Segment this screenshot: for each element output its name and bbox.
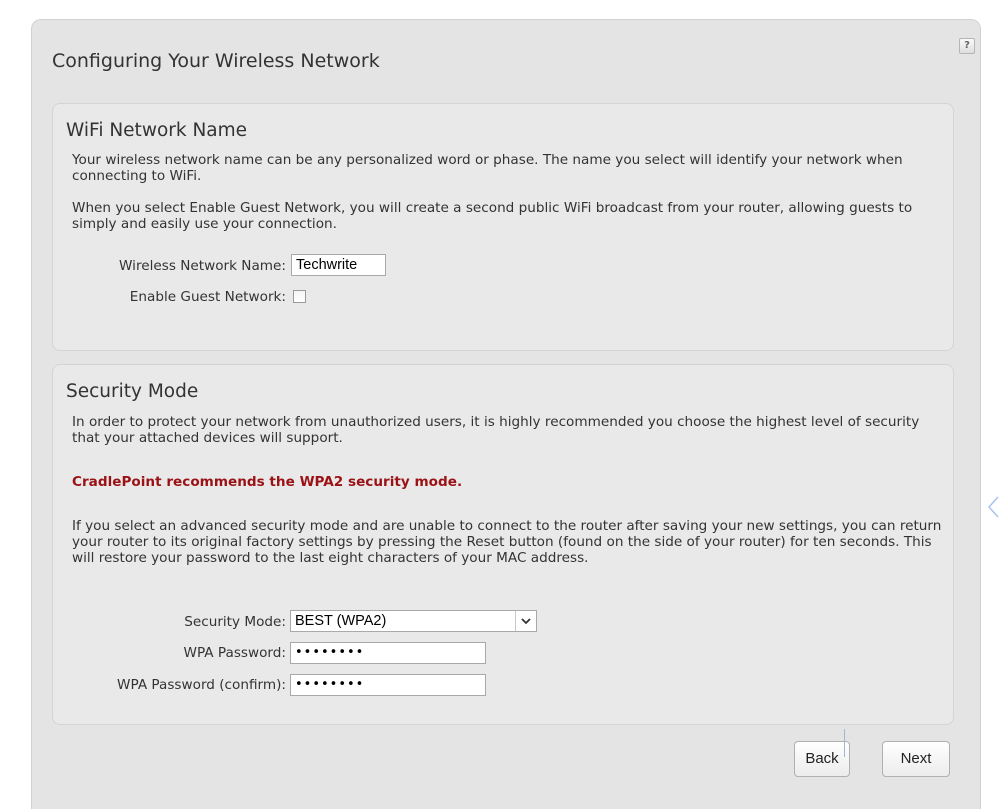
chevron-left-icon[interactable] [987,495,999,523]
next-button[interactable]: Next [882,741,950,777]
wpa-password-confirm-label: WPA Password (confirm): [117,677,286,693]
back-button[interactable]: Back [794,741,850,777]
network-name-input[interactable] [291,254,386,276]
page-title: Configuring Your Wireless Network [52,50,380,72]
wifi-section-title: WiFi Network Name [66,120,248,141]
wifi-network-section: WiFi Network Name Your wireless network … [52,103,954,351]
help-icon[interactable]: ? [959,38,975,54]
security-section-title: Security Mode [66,381,199,402]
wpa-password-label: WPA Password: [183,645,286,661]
security-mode-value: BEST (WPA2) [295,613,387,629]
guest-network-checkbox[interactable] [293,290,306,303]
chevron-down-icon[interactable] [515,611,536,631]
wireless-setup-panel: ? Configuring Your Wireless Network WiFi… [31,19,981,809]
guest-network-description: When you select Enable Guest Network, yo… [72,200,913,232]
security-mode-section: Security Mode In order to protect your n… [52,364,954,725]
wpa-password-confirm-input[interactable]: •••••••• [290,674,486,696]
wifi-description: Your wireless network name can be any pe… [72,152,903,184]
security-mode-label: Security Mode: [184,614,286,630]
security-recommendation: CradlePoint recommends the WPA2 security… [72,474,463,490]
guest-network-label: Enable Guest Network: [129,289,286,305]
security-description: In order to protect your network from un… [72,414,920,446]
reset-instructions: If you select an advanced security mode … [72,518,942,566]
network-name-label: Wireless Network Name: [119,258,286,274]
wpa-password-input[interactable]: •••••••• [290,642,486,664]
button-divider [844,729,845,757]
security-mode-select[interactable]: BEST (WPA2) [290,610,537,632]
